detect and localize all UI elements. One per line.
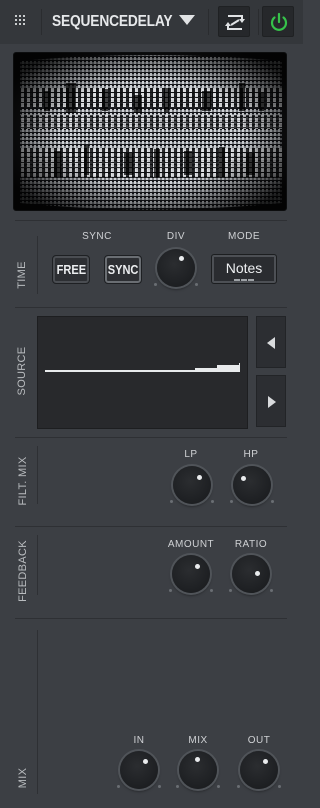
sync-button[interactable]: SYNC — [104, 255, 142, 284]
swap-icon — [225, 15, 245, 30]
source-next-button[interactable] — [256, 375, 286, 427]
knob-scale — [165, 589, 217, 593]
hp-knob[interactable] — [233, 466, 271, 504]
filt-mix-section-label: FILT. MIX — [17, 456, 29, 506]
source-section-label: SOURCE — [16, 346, 28, 396]
lp-knob[interactable] — [173, 466, 211, 504]
power-icon — [270, 12, 288, 31]
out-knob[interactable] — [240, 751, 278, 789]
section-divider — [15, 220, 287, 221]
dash-indicator — [234, 279, 254, 281]
arrow-left-icon — [267, 337, 275, 349]
section-divider — [15, 437, 287, 438]
source-display — [37, 316, 248, 429]
knob-scale — [233, 785, 285, 789]
triangle-down-icon[interactable] — [179, 15, 195, 25]
knob-scale — [166, 500, 218, 504]
amount-label: AMOUNT — [167, 539, 215, 550]
div-label: DIV — [166, 231, 186, 242]
mix-label: MIX — [188, 735, 208, 746]
mode-selector[interactable]: Notes — [211, 254, 277, 284]
in-knob[interactable] — [120, 751, 158, 789]
mode-label: MODE — [228, 231, 260, 242]
divider — [258, 9, 259, 35]
grip-icon[interactable] — [14, 14, 28, 28]
section-divider — [15, 526, 287, 527]
div-knob[interactable] — [157, 249, 195, 287]
divider — [37, 236, 38, 294]
hp-label: HP — [243, 449, 259, 460]
feedback-section-label: FEEDBACK — [17, 540, 29, 602]
divider — [41, 9, 42, 35]
delay-visualizer — [13, 52, 287, 211]
knob-scale — [172, 785, 224, 789]
mix-knob[interactable] — [179, 751, 217, 789]
divider — [37, 446, 38, 504]
ratio-label: RATIO — [234, 539, 268, 550]
arrow-right-icon — [268, 396, 276, 408]
ratio-knob[interactable] — [232, 555, 270, 593]
mix-section-label: MIX — [17, 767, 29, 789]
knob-scale — [113, 785, 165, 789]
header-bar: SEQUENCEDELAY — [0, 0, 303, 44]
sync-label: SYNC — [82, 231, 112, 242]
section-divider — [15, 618, 287, 619]
preset-title[interactable]: SEQUENCEDELAY — [52, 13, 173, 31]
time-section-label: TIME — [16, 261, 28, 289]
knob-scale — [225, 589, 277, 593]
divider — [208, 9, 209, 35]
divider — [37, 535, 38, 595]
mode-value: Notes — [225, 260, 263, 276]
swap-button[interactable] — [218, 6, 250, 37]
source-prev-button[interactable] — [256, 316, 286, 368]
power-button[interactable] — [262, 6, 294, 37]
lp-label: LP — [184, 449, 198, 460]
section-divider — [15, 307, 287, 308]
amount-knob[interactable] — [172, 555, 210, 593]
knob-scale — [226, 500, 278, 504]
divider — [37, 630, 38, 794]
knob-scale — [150, 283, 202, 287]
free-button[interactable]: FREE — [52, 255, 90, 284]
out-label: OUT — [247, 735, 271, 746]
in-label: IN — [133, 735, 145, 746]
